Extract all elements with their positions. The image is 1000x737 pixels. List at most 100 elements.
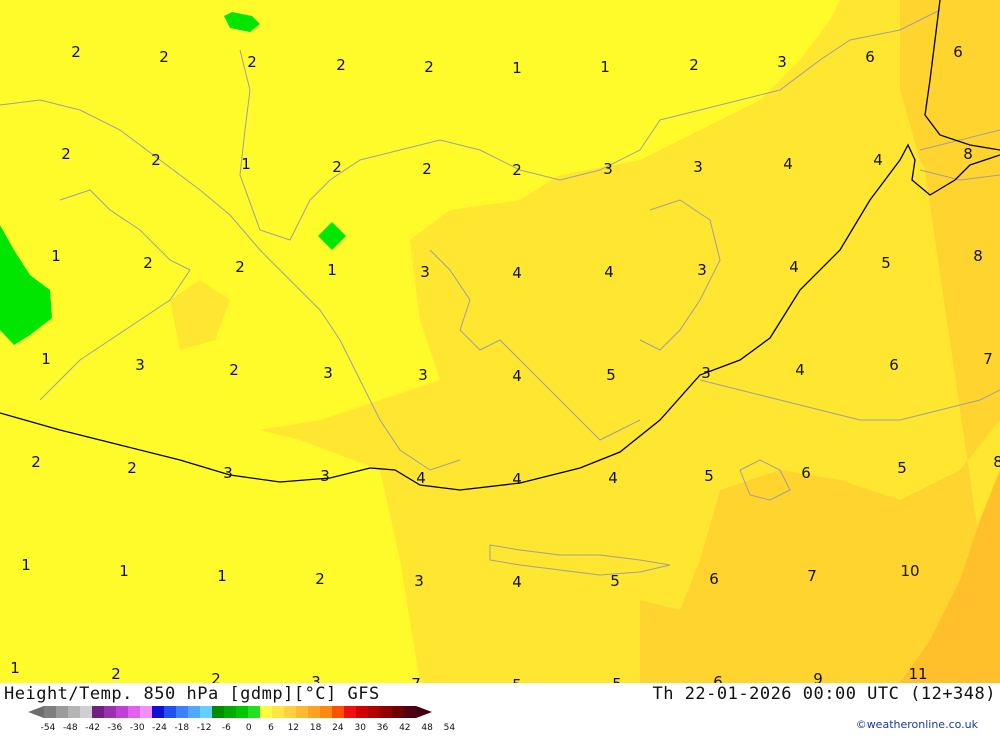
temperature-label: 11 [908, 665, 927, 683]
temperature-label: 3 [418, 366, 428, 384]
legend-tick-label: -30 [130, 723, 145, 733]
legend-swatch [236, 706, 248, 718]
temperature-label: 1 [21, 556, 31, 574]
legend-swatch [332, 706, 344, 718]
legend-tick-label: -12 [197, 723, 212, 733]
legend-tick-label: 18 [310, 723, 322, 733]
temperature-label: 4 [795, 361, 805, 379]
legend-tick-label: 24 [332, 723, 344, 733]
temperature-label: 1 [10, 659, 20, 677]
temperature-label: 7 [807, 567, 817, 585]
temperature-label: 3 [414, 572, 424, 590]
legend-tick-label: 36 [377, 723, 389, 733]
legend-swatch [68, 706, 80, 718]
legend-tick-label: 6 [268, 723, 274, 733]
temperature-label: 4 [416, 469, 426, 487]
map-title: Height/Temp. 850 hPa [gdmp][°C] GFS [4, 684, 380, 704]
legend-swatch [104, 706, 116, 718]
temperature-label: 5 [606, 366, 616, 384]
temperature-label: 1 [41, 350, 51, 368]
legend-swatch [272, 706, 284, 718]
legend-arrow-left [28, 706, 44, 718]
temperature-label: 6 [953, 43, 963, 61]
legend-swatch [140, 706, 152, 718]
temperature-label: 2 [143, 254, 153, 272]
temperature-label: 3 [135, 356, 145, 374]
temperature-label: 2 [422, 160, 432, 178]
temperature-label: 1 [119, 562, 129, 580]
temperature-label: 6 [889, 356, 899, 374]
legend-tick-label: -36 [108, 723, 123, 733]
legend-swatch [152, 706, 164, 718]
temperature-label: 6 [709, 570, 719, 588]
legend-tick-label: -42 [85, 723, 100, 733]
legend-ticks: -54 -48 -42 -36 -30 -24 -18 -12 -6 0 6 12 18 24 30 36 42… [41, 723, 456, 733]
legend-swatch [284, 706, 296, 718]
legend-tick-label: 30 [354, 723, 366, 733]
legend-swatch [404, 706, 416, 718]
legend-swatch [92, 706, 104, 718]
credit-link[interactable]: ©weatheronline.co.uk [856, 718, 978, 731]
temperature-label: 2 [151, 151, 161, 169]
temperature-label: 5 [612, 675, 622, 683]
temperature-label: 1 [241, 155, 251, 173]
temperature-label: 2 [235, 258, 245, 276]
legend-tick-label: 42 [399, 723, 410, 733]
temperature-label: 4 [512, 470, 522, 488]
temperature-label: 8 [963, 145, 973, 163]
color-legend: -54 -48 -42 -36 -30 -24 -18 -12 -6 0 6 12 18 24 30 36 42… [0, 705, 470, 737]
temperature-label: 1 [51, 247, 61, 265]
map-canvas: 2 2 2 2 2 1 1 2 3 6 62 2 1 2 2 2 3 3 4 4 81 2 2 1 3 4 4 3 4 5 81 3 2 3 3 4 5… [0, 0, 1000, 683]
temperature-label: 3 [323, 364, 333, 382]
temperature-label: 4 [608, 469, 618, 487]
temperature-label: 2 [31, 453, 41, 471]
legend-tick-label: -6 [222, 723, 231, 733]
temperature-label: 1 [217, 567, 227, 585]
temperature-label: 4 [512, 367, 522, 385]
temperature-label: 7 [411, 675, 421, 683]
temperature-label: 8 [993, 453, 1000, 471]
legend-swatch [224, 706, 236, 718]
legend-swatch [200, 706, 212, 718]
temperature-label: 3 [603, 160, 613, 178]
temperature-label: 5 [512, 676, 522, 683]
legend-swatch [392, 706, 404, 718]
legend-swatch [188, 706, 200, 718]
legend-tick-label: 0 [246, 723, 252, 733]
temperature-label: 3 [693, 158, 703, 176]
temperature-label: 3 [320, 467, 330, 485]
weather-map: 2222211236622122233448122134434581323345… [0, 0, 1000, 683]
legend-tick-label: -24 [152, 723, 167, 733]
legend-swatch [344, 706, 356, 718]
temperature-label: 3 [701, 364, 711, 382]
temperature-label: 2 [127, 459, 137, 477]
temperature-label: 2 [332, 158, 342, 176]
temperature-label: 6 [713, 673, 723, 683]
temperature-label: 6 [865, 48, 875, 66]
legend-tick-label: 54 [444, 723, 456, 733]
temperature-label: 2 [211, 670, 221, 683]
temperature-label: 1 [512, 59, 522, 77]
temperature-label: 2 [424, 58, 434, 76]
legend-swatch [116, 706, 128, 718]
temperature-label: 5 [881, 254, 891, 272]
legend-swatches [28, 706, 432, 718]
legend-tick-label: 12 [288, 723, 299, 733]
legend-tick-label: 48 [421, 723, 433, 733]
temperature-label: 2 [315, 570, 325, 588]
temperature-label: 4 [512, 264, 522, 282]
temperature-label: 2 [229, 361, 239, 379]
temperature-label: 5 [897, 459, 907, 477]
temperature-label: 2 [159, 48, 169, 66]
legend-tick-label: -18 [174, 723, 189, 733]
legend-swatch [380, 706, 392, 718]
temperature-label: 3 [697, 261, 707, 279]
temperature-label: 2 [512, 161, 522, 179]
legend-swatch [308, 706, 320, 718]
legend-swatch [80, 706, 92, 718]
temperature-label: 2 [247, 53, 257, 71]
legend-bar: -54 -48 -42 -36 -30 -24 -18 -12 -6 0 6 12 18 24 30 36 42… [28, 706, 456, 733]
temperature-label: 3 [223, 464, 233, 482]
legend-swatch [296, 706, 308, 718]
legend-swatch [320, 706, 332, 718]
